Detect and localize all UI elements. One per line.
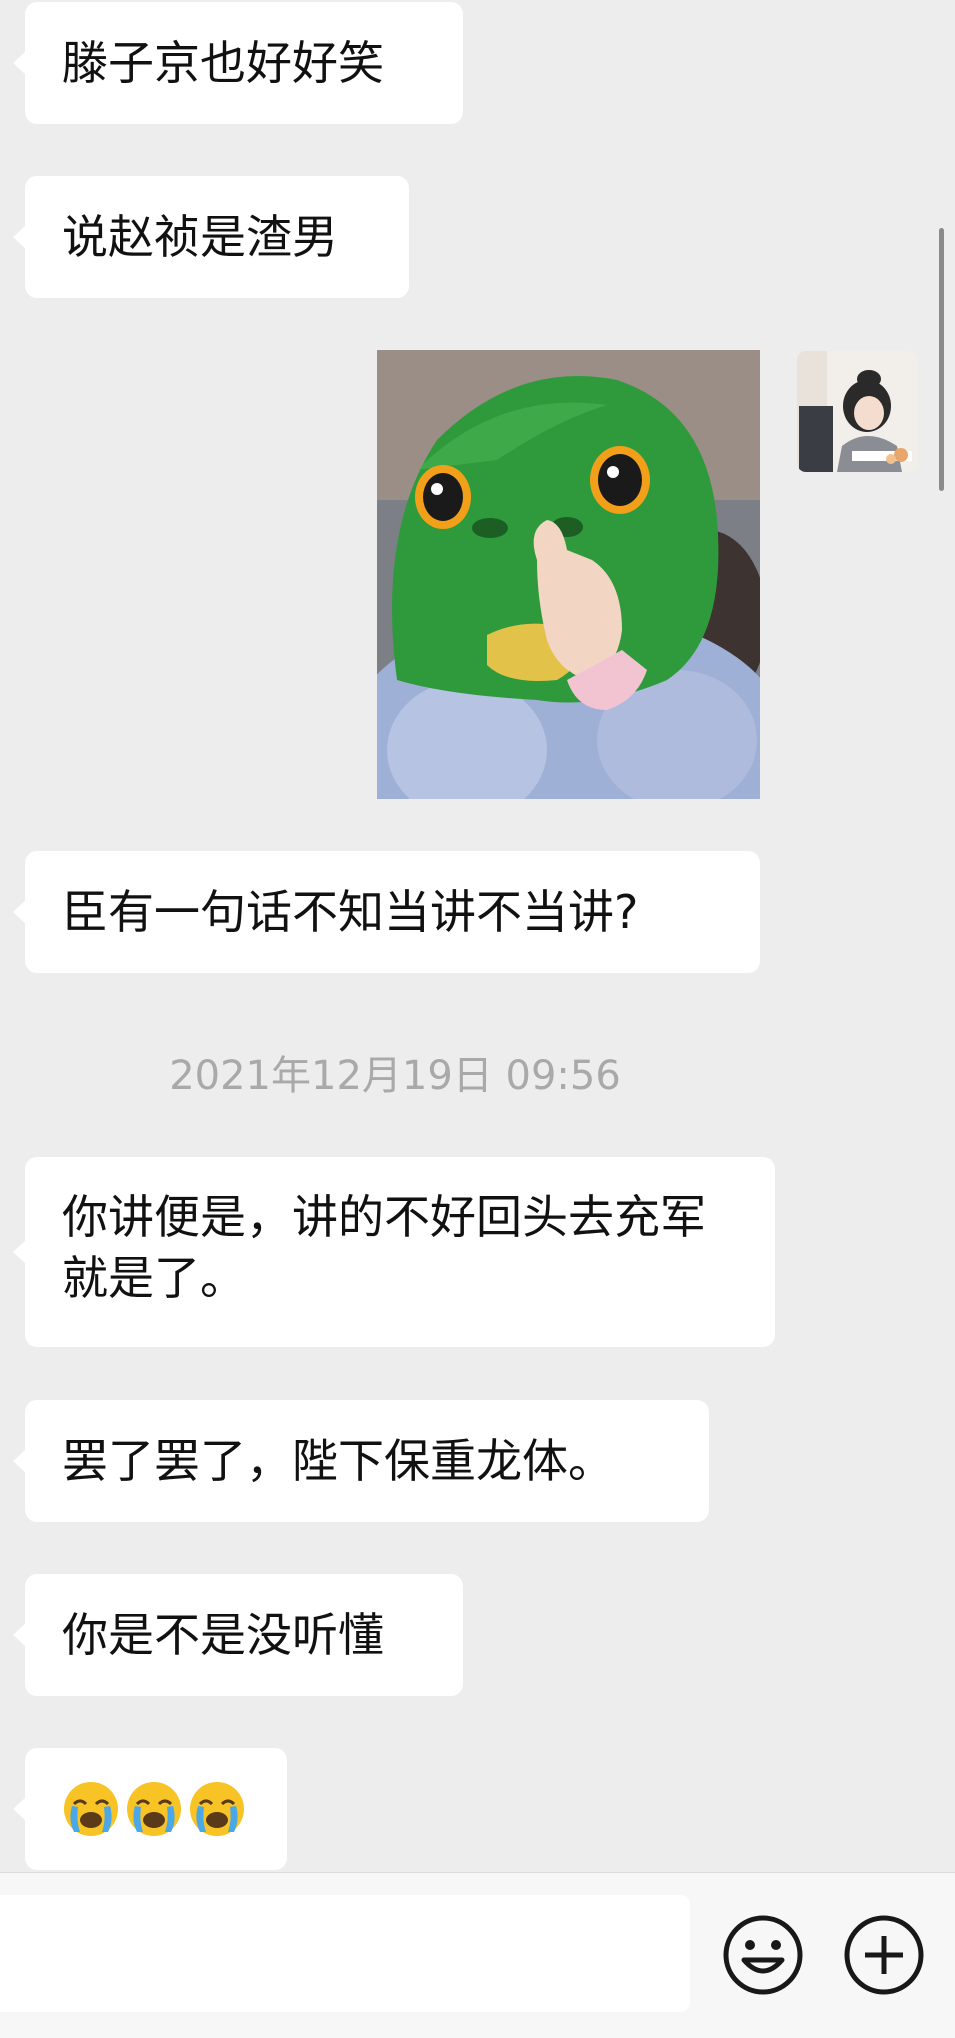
message-text: 你讲便是，讲的不好回头去充军就是了。 — [62, 1190, 706, 1305]
message-bubble[interactable]: 罢了罢了，陛下保重龙体。 — [13, 1400, 709, 1522]
message-bubble[interactable]: 你是不是没听懂 — [13, 1574, 463, 1696]
smiley-face-icon — [723, 1915, 803, 1995]
message-text: 臣有一句话不知当讲不当讲? — [62, 884, 639, 939]
chat-screen: 滕子京也好好笑 说赵祯是渣男 臣有一句话不知当讲不当讲? 2021年12月19日… — [0, 0, 955, 2038]
image-message[interactable] — [377, 350, 760, 799]
message-text: 罢了罢了，陛下保重龙体。 — [62, 1433, 614, 1488]
loudly-crying-face-icon — [188, 1780, 246, 1838]
message-text: 说赵祯是渣男 — [62, 209, 338, 264]
message-bubble[interactable]: 说赵祯是渣男 — [13, 176, 409, 298]
loudly-crying-face-icon — [62, 1780, 120, 1838]
home-indicator-area — [0, 2030, 955, 2038]
fish-mask-photo — [377, 350, 760, 799]
message-input[interactable] — [0, 1895, 690, 2012]
message-bubble[interactable]: 滕子京也好好笑 — [13, 2, 463, 124]
avatar[interactable] — [797, 351, 918, 472]
avatar-illustration — [797, 351, 918, 472]
message-text: 滕子京也好好笑 — [62, 35, 384, 90]
emoji-button[interactable] — [722, 1914, 804, 1996]
loudly-crying-face-icon — [125, 1780, 183, 1838]
timestamp: 2021年12月19日 09:56 — [169, 1053, 621, 1099]
message-bubble[interactable]: 你讲便是，讲的不好回头去充军就是了。 — [13, 1157, 775, 1347]
input-bar — [0, 1872, 955, 2038]
message-text: 你是不是没听懂 — [62, 1607, 384, 1662]
plus-circle-icon — [844, 1915, 924, 1995]
message-bubble[interactable]: 臣有一句话不知当讲不当讲? — [13, 851, 760, 973]
scrollbar[interactable] — [939, 228, 944, 491]
more-button[interactable] — [843, 1914, 925, 1996]
emoji-message-bubble[interactable] — [13, 1748, 287, 1870]
